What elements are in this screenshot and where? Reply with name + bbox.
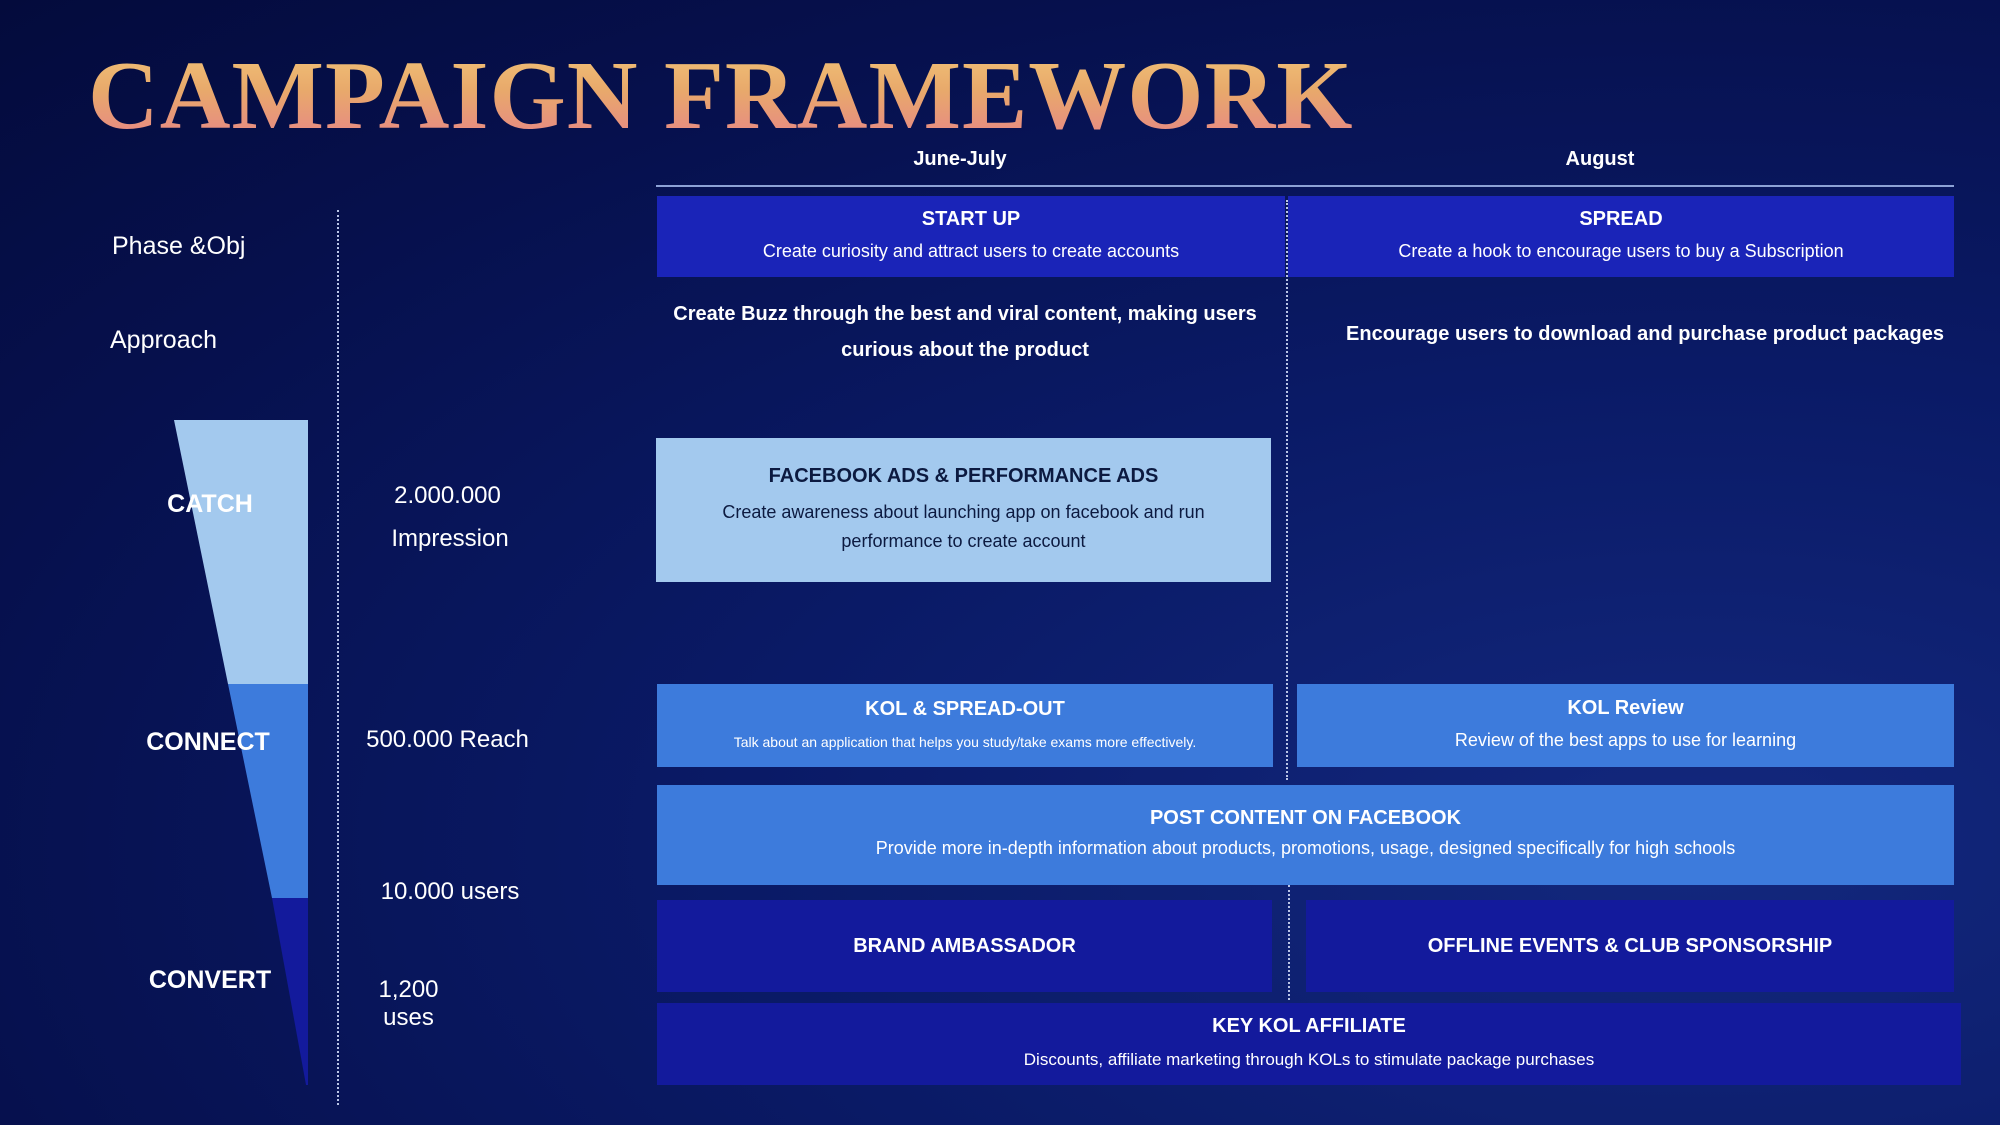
approach-august: Encourage users to download and purchase… <box>1346 323 1944 345</box>
tactic-kol-review-box: KOL Review Review of the best apps to us… <box>1297 684 1954 767</box>
tactic-kol-review-desc: Review of the best apps to use for learn… <box>1454 729 1797 750</box>
phase-spread-desc: Create a hook to encourage users to buy … <box>1398 240 1844 261</box>
tactic-key-kol-affiliate-desc: Discounts, affiliate marketing through K… <box>1023 1049 1595 1069</box>
column-header-june-july: June-July <box>913 148 1007 170</box>
left-dotted-divider <box>337 210 339 1105</box>
tactic-kol-spread-title: KOL & SPREAD-OUT <box>865 697 1065 720</box>
tactic-post-facebook-title: POST CONTENT ON FACEBOOK <box>1149 807 1462 830</box>
tactic-facebook-ads-title: FACEBOOK ADS & PERFORMANCE ADS <box>768 464 1159 487</box>
metric-connect: 500.000 Reach <box>366 726 529 753</box>
phase-spread-title: SPREAD <box>1579 207 1663 230</box>
metric-catch-value: 2.000.000 <box>394 482 501 509</box>
stage-label-convert: CONVERT <box>148 966 272 994</box>
column-header-august: August <box>1565 148 1635 170</box>
tactic-post-facebook-box: POST CONTENT ON FACEBOOK Provide more in… <box>657 785 1954 885</box>
tactic-kol-spread-desc: Talk about an application that helps you… <box>733 733 1197 750</box>
page-title: CAMPAIGN FRAMEWORK <box>88 42 1354 150</box>
row-label-phase: Phase &Obj <box>112 232 246 260</box>
tactic-offline-events-title: OFFLINE EVENTS & CLUB SPONSORSHIP <box>1427 934 1833 957</box>
funnel-segment-connect <box>228 684 308 898</box>
metric-users: 10.000 users <box>380 878 520 905</box>
stage-label-connect: CONNECT <box>146 728 270 756</box>
phase-startup-title: START UP <box>921 207 1021 230</box>
stage-label-catch: CATCH <box>167 490 253 518</box>
tactic-post-facebook-desc: Provide more in-depth information about … <box>875 838 1736 859</box>
header-divider <box>656 185 1954 187</box>
funnel-segment-catch <box>174 420 308 684</box>
tactic-kol-spread-box: KOL & SPREAD-OUT Talk about an applicati… <box>657 684 1273 767</box>
row-label-approach: Approach <box>110 326 218 354</box>
tactic-brand-ambassador-title: BRAND AMBASSADOR <box>853 934 1076 957</box>
tactic-brand-ambassador-box: BRAND AMBASSADOR <box>657 900 1272 992</box>
approach-june-july: Create Buzz through the best and viral c… <box>673 303 1257 361</box>
phase-spread-box: SPREAD Create a hook to encourage users … <box>1288 196 1954 277</box>
center-dotted-divider-bottom <box>1288 885 1290 1000</box>
tactic-facebook-ads-box: FACEBOOK ADS & PERFORMANCE ADS Create aw… <box>656 438 1271 582</box>
phase-startup-box: START UP Create curiosity and attract us… <box>657 196 1285 277</box>
tactic-facebook-ads-desc: Create awareness about launching app on … <box>722 501 1205 551</box>
tactic-kol-review-title: KOL Review <box>1567 696 1684 719</box>
tactic-offline-events-box: OFFLINE EVENTS & CLUB SPONSORSHIP <box>1306 900 1954 992</box>
metric-uses: 1,200 uses <box>378 976 439 1031</box>
phase-startup-desc: Create curiosity and attract users to cr… <box>762 240 1180 261</box>
tactic-key-kol-affiliate-box: KEY KOL AFFILIATE Discounts, affiliate m… <box>657 1003 1961 1085</box>
center-dotted-divider-top <box>1286 200 1288 780</box>
metric-catch-unit: Impression <box>391 525 509 552</box>
tactic-key-kol-affiliate-title: KEY KOL AFFILIATE <box>1212 1014 1406 1037</box>
